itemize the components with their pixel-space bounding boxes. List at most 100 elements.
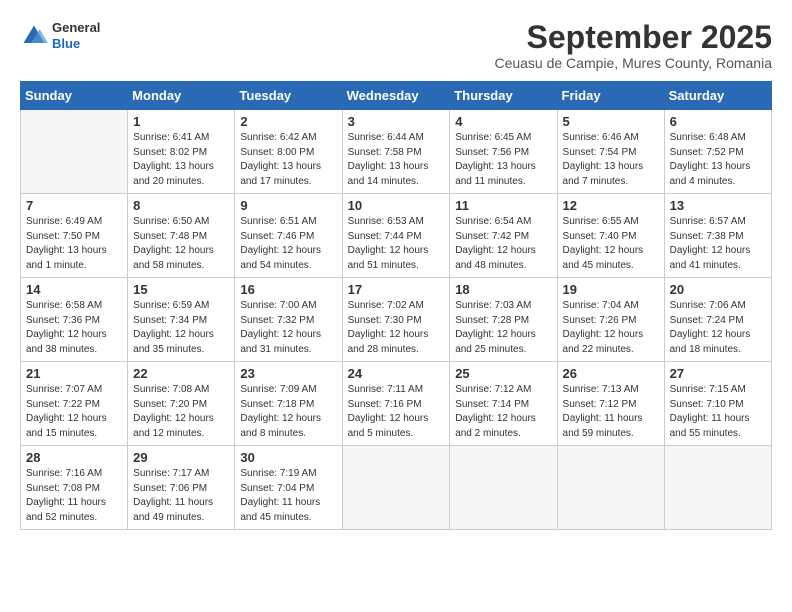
day-info: Sunrise: 6:54 AM Sunset: 7:42 PM Dayligh… — [455, 215, 551, 273]
day-cell: 11 Sunrise: 6:54 AM Sunset: 7:42 PM Dayli… — [450, 194, 557, 278]
day-info: Sunrise: 6:41 AM Sunset: 8:02 PM Dayligh… — [133, 131, 229, 189]
day-number: 20 — [670, 282, 766, 297]
header-monday: Monday — [128, 82, 235, 110]
day-cell: 1 Sunrise: 6:41 AM Sunset: 8:02 PM Daylig… — [128, 110, 235, 194]
day-number: 5 — [563, 114, 659, 129]
day-number: 2 — [240, 114, 336, 129]
day-cell: 18Sunrise: 7:03 AM Sunset: 7:28 PM Dayli… — [450, 278, 557, 362]
day-cell — [664, 446, 771, 530]
day-cell: 19 Sunrise: 7:04 AM Sunset: 7:26 PM Dayli… — [557, 278, 664, 362]
day-number: 8 — [133, 198, 229, 213]
header-tuesday: Tuesday — [235, 82, 342, 110]
day-info: Sunrise: 6:46 AM Sunset: 7:54 PM Dayligh… — [563, 131, 659, 189]
day-info: Sunrise: 6:49 AM Sunset: 7:50 PM Dayligh… — [26, 215, 122, 273]
header-friday: Friday — [557, 82, 664, 110]
calendar-table: SundayMondayTuesdayWednesdayThursdayFrid… — [20, 81, 772, 530]
day-info: Sunrise: 6:57 AM Sunset: 7:38 PM Dayligh… — [670, 215, 766, 273]
day-info: Sunrise: 6:59 AM Sunset: 7:34 PM Dayligh… — [133, 299, 229, 357]
day-cell — [342, 446, 450, 530]
day-number: 21 — [26, 366, 122, 381]
title-block: September 2025 Ceuasu de Campie, Mures C… — [494, 20, 772, 71]
day-info: Sunrise: 6:58 AM Sunset: 7:36 PM Dayligh… — [26, 299, 122, 357]
day-cell: 5 Sunrise: 6:46 AM Sunset: 7:54 PM Daylig… — [557, 110, 664, 194]
day-cell: 3 Sunrise: 6:44 AM Sunset: 7:58 PM Daylig… — [342, 110, 450, 194]
day-number: 9 — [240, 198, 336, 213]
day-cell: 17 Sunrise: 7:02 AM Sunset: 7:30 PM Dayli… — [342, 278, 450, 362]
day-number: 14 — [26, 282, 122, 297]
day-cell: 13 Sunrise: 6:57 AM Sunset: 7:38 PM Dayli… — [664, 194, 771, 278]
day-number: 1 — [133, 114, 229, 129]
day-cell: 27Sunrise: 7:15 AM Sunset: 7:10 PM Dayli… — [664, 362, 771, 446]
day-cell: 30 Sunrise: 7:19 AM Sunset: 7:04 PM Dayli… — [235, 446, 342, 530]
day-info: Sunrise: 7:09 AM Sunset: 7:18 PM Dayligh… — [240, 383, 336, 441]
day-number: 25 — [455, 366, 551, 381]
week-row-5: 28Sunrise: 7:16 AM Sunset: 7:08 PM Dayli… — [21, 446, 772, 530]
day-info: Sunrise: 7:13 AM Sunset: 7:12 PM Dayligh… — [563, 383, 659, 441]
day-cell: 23 Sunrise: 7:09 AM Sunset: 7:18 PM Dayli… — [235, 362, 342, 446]
day-number: 3 — [348, 114, 445, 129]
day-cell: 28Sunrise: 7:16 AM Sunset: 7:08 PM Dayli… — [21, 446, 128, 530]
day-cell: 9 Sunrise: 6:51 AM Sunset: 7:46 PM Daylig… — [235, 194, 342, 278]
day-info: Sunrise: 7:19 AM Sunset: 7:04 PM Dayligh… — [240, 467, 336, 525]
day-cell: 20Sunrise: 7:06 AM Sunset: 7:24 PM Dayli… — [664, 278, 771, 362]
day-info: Sunrise: 7:17 AM Sunset: 7:06 PM Dayligh… — [133, 467, 229, 525]
week-row-1: 1 Sunrise: 6:41 AM Sunset: 8:02 PM Daylig… — [21, 110, 772, 194]
day-cell — [450, 446, 557, 530]
day-cell: 4Sunrise: 6:45 AM Sunset: 7:56 PM Daylig… — [450, 110, 557, 194]
day-cell: 26 Sunrise: 7:13 AM Sunset: 7:12 PM Dayli… — [557, 362, 664, 446]
header-saturday: Saturday — [664, 82, 771, 110]
logo-general: General — [52, 20, 100, 36]
day-number: 12 — [563, 198, 659, 213]
day-info: Sunrise: 7:04 AM Sunset: 7:26 PM Dayligh… — [563, 299, 659, 357]
logo: General Blue — [20, 20, 100, 51]
day-cell: 12 Sunrise: 6:55 AM Sunset: 7:40 PM Dayli… — [557, 194, 664, 278]
day-cell: 16Sunrise: 7:00 AM Sunset: 7:32 PM Dayli… — [235, 278, 342, 362]
day-info: Sunrise: 6:50 AM Sunset: 7:48 PM Dayligh… — [133, 215, 229, 273]
day-cell: 14 Sunrise: 6:58 AM Sunset: 7:36 PM Dayli… — [21, 278, 128, 362]
header-wednesday: Wednesday — [342, 82, 450, 110]
day-number: 30 — [240, 450, 336, 465]
day-info: Sunrise: 6:48 AM Sunset: 7:52 PM Dayligh… — [670, 131, 766, 189]
day-info: Sunrise: 7:15 AM Sunset: 7:10 PM Dayligh… — [670, 383, 766, 441]
day-number: 19 — [563, 282, 659, 297]
day-cell: 6 Sunrise: 6:48 AM Sunset: 7:52 PM Daylig… — [664, 110, 771, 194]
day-cell: 29Sunrise: 7:17 AM Sunset: 7:06 PM Dayli… — [128, 446, 235, 530]
header-thursday: Thursday — [450, 82, 557, 110]
day-cell: 7 Sunrise: 6:49 AM Sunset: 7:50 PM Daylig… — [21, 194, 128, 278]
day-number: 22 — [133, 366, 229, 381]
day-number: 24 — [348, 366, 445, 381]
day-cell: 25 Sunrise: 7:12 AM Sunset: 7:14 PM Dayli… — [450, 362, 557, 446]
day-number: 13 — [670, 198, 766, 213]
day-info: Sunrise: 7:12 AM Sunset: 7:14 PM Dayligh… — [455, 383, 551, 441]
day-info: Sunrise: 6:42 AM Sunset: 8:00 PM Dayligh… — [240, 131, 336, 189]
day-info: Sunrise: 7:08 AM Sunset: 7:20 PM Dayligh… — [133, 383, 229, 441]
day-info: Sunrise: 7:02 AM Sunset: 7:30 PM Dayligh… — [348, 299, 445, 357]
day-number: 7 — [26, 198, 122, 213]
day-number: 26 — [563, 366, 659, 381]
location-subtitle: Ceuasu de Campie, Mures County, Romania — [494, 55, 772, 71]
header-sunday: Sunday — [21, 82, 128, 110]
day-info: Sunrise: 7:11 AM Sunset: 7:16 PM Dayligh… — [348, 383, 445, 441]
month-title: September 2025 — [494, 20, 772, 55]
day-cell — [557, 446, 664, 530]
day-cell: 15 Sunrise: 6:59 AM Sunset: 7:34 PM Dayli… — [128, 278, 235, 362]
day-cell: 21 Sunrise: 7:07 AM Sunset: 7:22 PM Dayli… — [21, 362, 128, 446]
day-number: 18 — [455, 282, 551, 297]
day-cell: 10Sunrise: 6:53 AM Sunset: 7:44 PM Dayli… — [342, 194, 450, 278]
day-info: Sunrise: 6:45 AM Sunset: 7:56 PM Dayligh… — [455, 131, 551, 189]
day-cell: 24 Sunrise: 7:11 AM Sunset: 7:16 PM Dayli… — [342, 362, 450, 446]
day-number: 17 — [348, 282, 445, 297]
day-number: 11 — [455, 198, 551, 213]
day-info: Sunrise: 7:07 AM Sunset: 7:22 PM Dayligh… — [26, 383, 122, 441]
day-number: 6 — [670, 114, 766, 129]
day-cell — [21, 110, 128, 194]
day-number: 28 — [26, 450, 122, 465]
day-info: Sunrise: 6:51 AM Sunset: 7:46 PM Dayligh… — [240, 215, 336, 273]
day-number: 23 — [240, 366, 336, 381]
logo-text: General Blue — [52, 20, 100, 51]
header-row: SundayMondayTuesdayWednesdayThursdayFrid… — [21, 82, 772, 110]
calendar-body: 1 Sunrise: 6:41 AM Sunset: 8:02 PM Daylig… — [21, 110, 772, 530]
day-info: Sunrise: 6:44 AM Sunset: 7:58 PM Dayligh… — [348, 131, 445, 189]
day-number: 15 — [133, 282, 229, 297]
day-info: Sunrise: 6:55 AM Sunset: 7:40 PM Dayligh… — [563, 215, 659, 273]
